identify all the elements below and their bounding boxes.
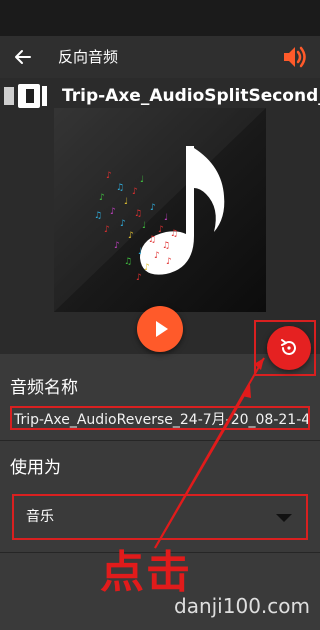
volume-button[interactable] <box>280 42 310 72</box>
svg-text:♫: ♫ <box>148 235 156 245</box>
svg-text:♪: ♪ <box>99 193 105 203</box>
play-button[interactable] <box>137 306 183 352</box>
svg-text:♪: ♪ <box>144 263 150 273</box>
svg-text:♪: ♪ <box>136 273 142 283</box>
svg-text:♫: ♫ <box>162 241 170 251</box>
svg-text:♩: ♩ <box>124 197 128 207</box>
svg-text:♫: ♫ <box>94 211 102 221</box>
svg-text:♪: ♪ <box>128 231 134 241</box>
svg-text:♩: ♩ <box>164 213 168 223</box>
svg-text:♪: ♪ <box>104 225 110 235</box>
svg-text:♫: ♫ <box>124 257 132 267</box>
watermark: danji100.com <box>174 594 310 618</box>
use-as-value: 音乐 <box>26 509 54 525</box>
audio-file-icon <box>4 83 48 109</box>
svg-text:♪: ♪ <box>120 219 126 229</box>
file-line: Trip-Axe_AudioSplitSecond_1 <box>0 82 320 110</box>
arrow-left-icon <box>15 50 31 64</box>
svg-text:♩: ♩ <box>142 221 146 231</box>
file-name: Trip-Axe_AudioSplitSecond_1 <box>62 86 320 106</box>
audio-name-input[interactable]: Trip-Axe_AudioReverse_24-7月-20_08-21-45 <box>10 406 310 430</box>
album-cover: ♪ ♫ ♪ ♩ ♪ ♫ ♪ ♩ ♪ ♫ ♪ ♩ ♪ ♫ ♪ ♫ ♪ ♪ ♩ ♪ … <box>54 108 266 312</box>
reverse-rotate-icon <box>281 339 296 355</box>
svg-text:♫: ♫ <box>134 209 142 219</box>
svg-text:♩: ♩ <box>140 175 144 185</box>
audio-name-label: 音频名称 <box>10 378 78 398</box>
svg-text:♪: ♪ <box>158 225 164 235</box>
music-note-cover-image: ♪ ♫ ♪ ♩ ♪ ♫ ♪ ♩ ♪ ♫ ♪ ♩ ♪ ♫ ♪ ♫ ♪ ♪ ♩ ♪ … <box>54 108 266 312</box>
svg-text:♪: ♪ <box>114 241 120 251</box>
svg-text:♪: ♪ <box>132 187 138 197</box>
svg-text:♪: ♪ <box>154 251 160 261</box>
use-as-select[interactable]: 音乐 <box>12 494 308 540</box>
reverse-button[interactable] <box>267 326 311 370</box>
svg-text:♪: ♪ <box>110 207 116 217</box>
svg-text:♪: ♪ <box>166 257 172 267</box>
chevron-down-icon <box>276 514 292 522</box>
page-title: 反向音频 <box>58 48 119 66</box>
app-bar: 反向音频 <box>0 36 320 78</box>
play-icon <box>156 321 168 337</box>
svg-text:♫: ♫ <box>116 183 124 193</box>
divider <box>0 440 320 441</box>
back-button[interactable] <box>12 46 34 68</box>
svg-text:♫: ♫ <box>170 229 178 239</box>
status-bar <box>0 0 320 36</box>
svg-text:♪: ♪ <box>106 171 112 181</box>
speaker-icon <box>284 46 306 68</box>
use-as-label: 使用为 <box>10 458 61 478</box>
svg-text:♪: ♪ <box>150 203 156 213</box>
click-annotation-text: 点击 <box>100 547 192 598</box>
svg-text:♩: ♩ <box>138 247 142 257</box>
